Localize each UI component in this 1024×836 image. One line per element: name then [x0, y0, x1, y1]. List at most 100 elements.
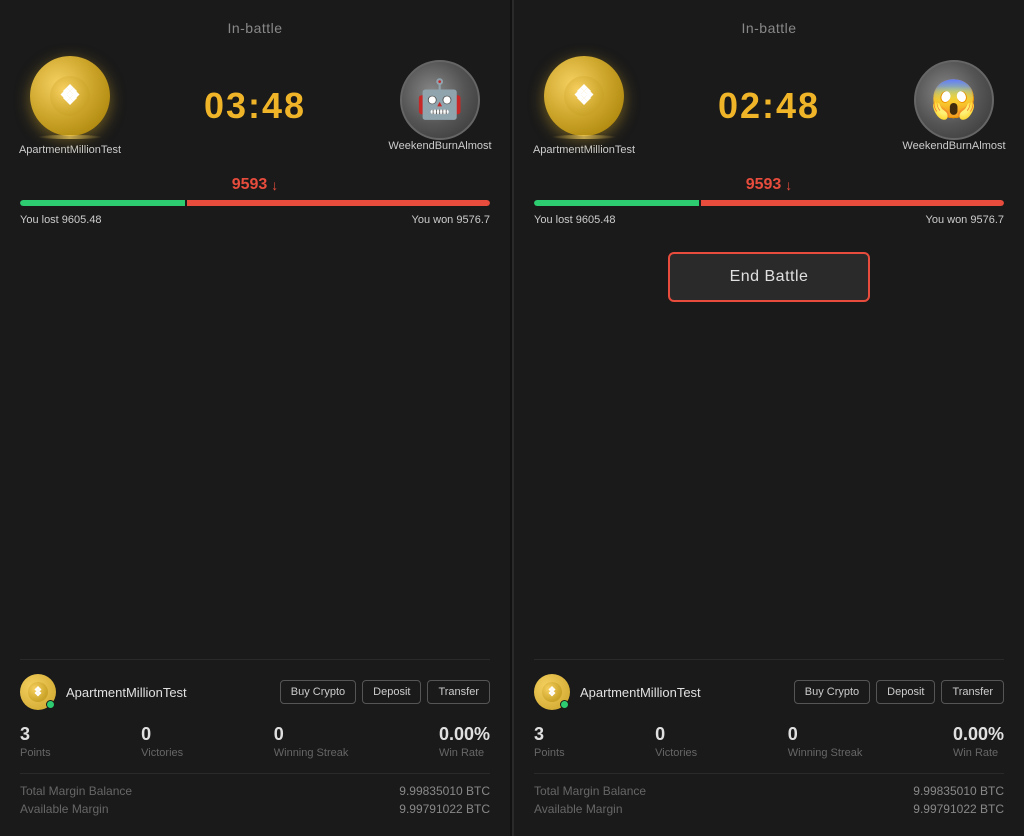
bnb-avatar-left	[30, 56, 110, 136]
score-results-left: You lost 9605.48 You won 9576.7	[20, 214, 490, 226]
score-label-right: 9593 ↓	[534, 176, 1004, 194]
stat-victories-label-left: Victories	[141, 747, 183, 759]
score-area-right: 9593 ↓ You lost 9605.48 You won 9576.7	[534, 176, 1004, 226]
stat-winrate-value-right: 0.00%	[953, 724, 1004, 745]
balance-row-available-right: Available Margin 9.99791022 BTC	[534, 802, 1004, 816]
balance-row-available-left: Available Margin 9.99791022 BTC	[20, 802, 490, 816]
progress-bar-right	[534, 200, 1004, 206]
score-arrow-right: ↓	[785, 177, 792, 193]
stat-points-value-left: 3	[20, 724, 30, 745]
bnb-logo-svg-left	[50, 76, 90, 116]
user-section-right: ApartmentMillionTest Buy Crypto Deposit …	[534, 659, 1004, 820]
user-header-right: ApartmentMillionTest Buy Crypto Deposit …	[534, 674, 1004, 710]
player-left-name-right: ApartmentMillionTest	[533, 144, 635, 156]
stat-streak-label-right: Winning Streak	[788, 747, 863, 759]
player-left-right: ApartmentMillionTest	[534, 56, 634, 156]
stat-victories-value-left: 0	[141, 724, 151, 745]
player-left-left: ApartmentMillionTest	[20, 56, 120, 156]
stat-victories-left: 0 Victories	[141, 724, 183, 759]
balance-section-right: Total Margin Balance 9.99835010 BTC Avai…	[534, 773, 1004, 816]
balance-row-total-right: Total Margin Balance 9.99835010 BTC	[534, 784, 1004, 798]
balance-total-label-left: Total Margin Balance	[20, 784, 132, 798]
user-avatar-right	[534, 674, 570, 710]
deposit-btn-left[interactable]: Deposit	[362, 680, 421, 704]
stat-winrate-right: 0.00% Win Rate	[953, 724, 1004, 759]
balance-total-label-right: Total Margin Balance	[534, 784, 646, 798]
battle-area-right: ApartmentMillionTest 02:48 😱 WeekendBurn…	[534, 56, 1004, 156]
spacer-left	[20, 232, 490, 651]
you-won-right: You won 9576.7	[926, 214, 1005, 226]
stat-winrate-label-left: Win Rate	[439, 747, 484, 759]
panel-left-title: In-battle	[20, 20, 490, 36]
stat-streak-right: 0 Winning Streak	[788, 724, 863, 759]
timer-section-left: 03:48	[204, 85, 306, 127]
score-arrow-left: ↓	[271, 177, 278, 193]
stat-victories-value-right: 0	[655, 724, 665, 745]
transfer-btn-right[interactable]: Transfer	[941, 680, 1004, 704]
stat-points-value-right: 3	[534, 724, 544, 745]
score-area-left: 9593 ↓ You lost 9605.48 You won 9576.7	[20, 176, 490, 226]
player-right-right: 😱 WeekendBurnAlmost	[904, 60, 1004, 152]
score-results-right: You lost 9605.48 You won 9576.7	[534, 214, 1004, 226]
stat-points-right: 3 Points	[534, 724, 565, 759]
balance-total-value-left: 9.99835010 BTC	[399, 784, 490, 798]
progress-bar-left	[20, 200, 490, 206]
balance-available-label-left: Available Margin	[20, 802, 109, 816]
timer-left: 03:48	[204, 85, 306, 127]
stat-victories-right: 0 Victories	[655, 724, 697, 759]
balance-available-value-left: 9.99791022 BTC	[399, 802, 490, 816]
stat-points-left: 3 Points	[20, 724, 51, 759]
robot-emoji-left: 🤖	[416, 81, 463, 119]
stat-winrate-label-right: Win Rate	[953, 747, 998, 759]
balance-section-left: Total Margin Balance 9.99835010 BTC Avai…	[20, 773, 490, 816]
stats-row-left: 3 Points 0 Victories 0 Winning Streak 0.…	[20, 724, 490, 759]
balance-total-value-right: 9.99835010 BTC	[913, 784, 1004, 798]
end-battle-button[interactable]: End Battle	[668, 252, 871, 302]
stat-points-label-right: Points	[534, 747, 565, 759]
player-right-name-right: WeekendBurnAlmost	[902, 140, 1005, 152]
action-buttons-left: Buy Crypto Deposit Transfer	[280, 680, 490, 704]
user-bnb-logo-right	[542, 682, 562, 702]
balance-available-value-right: 9.99791022 BTC	[913, 802, 1004, 816]
timer-section-right: 02:48	[718, 85, 820, 127]
battle-area-left: ApartmentMillionTest 03:48 🤖 WeekendBurn…	[20, 56, 490, 156]
user-section-left: ApartmentMillionTest Buy Crypto Deposit …	[20, 659, 490, 820]
robot-avatar-left: 🤖	[400, 60, 480, 140]
you-won-left: You won 9576.7	[412, 214, 491, 226]
panel-right: In-battle	[512, 0, 1024, 836]
buy-crypto-btn-left[interactable]: Buy Crypto	[280, 680, 356, 704]
transfer-btn-left[interactable]: Transfer	[427, 680, 490, 704]
user-avatar-left	[20, 674, 56, 710]
stat-victories-label-right: Victories	[655, 747, 697, 759]
you-lost-left: You lost 9605.48	[20, 214, 102, 226]
action-buttons-right: Buy Crypto Deposit Transfer	[794, 680, 1004, 704]
bnb-avatar-right	[544, 56, 624, 136]
score-number-right: 9593	[746, 176, 782, 194]
bar-left-green	[20, 200, 185, 206]
online-dot-right	[560, 700, 569, 709]
stats-row-right: 3 Points 0 Victories 0 Winning Streak 0.…	[534, 724, 1004, 759]
bar-right-green	[534, 200, 699, 206]
stat-points-label-left: Points	[20, 747, 51, 759]
balance-row-total-left: Total Margin Balance 9.99835010 BTC	[20, 784, 490, 798]
online-dot-left	[46, 700, 55, 709]
user-name-left: ApartmentMillionTest	[66, 685, 270, 700]
buy-crypto-btn-right[interactable]: Buy Crypto	[794, 680, 870, 704]
robot-emoji-right: 😱	[930, 81, 977, 119]
stat-streak-value-right: 0	[788, 724, 798, 745]
bar-right-red2	[701, 200, 1005, 206]
player-right-left: 🤖 WeekendBurnAlmost	[390, 60, 490, 152]
balance-available-label-right: Available Margin	[534, 802, 623, 816]
player-right-name-left: WeekendBurnAlmost	[388, 140, 491, 152]
panel-right-title: In-battle	[534, 20, 1004, 36]
stat-winrate-value-left: 0.00%	[439, 724, 490, 745]
spacer-right	[534, 322, 1004, 651]
panel-left: In-battle	[0, 0, 510, 836]
deposit-btn-right[interactable]: Deposit	[876, 680, 935, 704]
user-bnb-logo-left	[28, 682, 48, 702]
stat-winrate-left: 0.00% Win Rate	[439, 724, 490, 759]
user-name-right: ApartmentMillionTest	[580, 685, 784, 700]
app-container: In-battle	[0, 0, 1024, 836]
bnb-logo-svg-right	[564, 76, 604, 116]
stat-streak-label-left: Winning Streak	[274, 747, 349, 759]
